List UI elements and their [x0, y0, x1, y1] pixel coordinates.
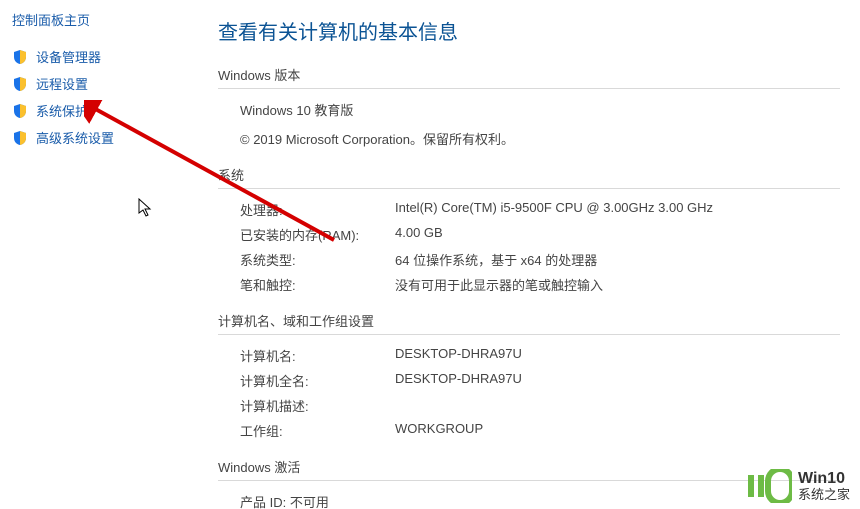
section-activation-heading: Windows 激活	[218, 457, 840, 481]
section-system-heading: 系统	[218, 165, 840, 189]
sidebar-item-advanced-system-settings[interactable]: 高级系统设置	[8, 124, 190, 151]
row-system-type: 系统类型: 64 位操作系统，基于 x64 的处理器	[240, 247, 840, 272]
value-computer-full-name: DESKTOP-DHRA97U	[395, 371, 840, 390]
label-system-type: 系统类型:	[240, 250, 395, 269]
shield-icon	[12, 49, 28, 65]
label-pen-touch: 笔和触控:	[240, 275, 395, 294]
section-windows-version-heading: Windows 版本	[218, 65, 840, 89]
row-ram: 已安装的内存(RAM): 4.00 GB	[240, 222, 840, 247]
sidebar-item-label: 系统保护	[36, 101, 88, 120]
sidebar: 控制面板主页 设备管理器 远程设置 系统保护	[0, 0, 190, 509]
label-computer-description: 计算机描述:	[240, 396, 395, 415]
copyright-text: © 2019 Microsoft Corporation。保留所有权利。	[240, 129, 514, 148]
main-panel: 查看有关计算机的基本信息 Windows 版本 Windows 10 教育版 ©…	[190, 0, 860, 509]
value-processor: Intel(R) Core(TM) i5-9500F CPU @ 3.00GHz…	[395, 200, 840, 219]
sidebar-item-label: 远程设置	[36, 74, 88, 93]
value-ram: 4.00 GB	[395, 225, 840, 244]
shield-icon	[12, 103, 28, 119]
page-title: 查看有关计算机的基本信息	[218, 16, 840, 45]
value-computer-description	[395, 396, 840, 415]
windows-edition: Windows 10 教育版	[240, 100, 353, 119]
label-processor: 处理器:	[240, 200, 395, 219]
row-pen-touch: 笔和触控: 没有可用于此显示器的笔或触控输入	[240, 272, 840, 297]
watermark-logo: Win10 系统之家	[748, 469, 850, 503]
sidebar-item-system-protection[interactable]: 系统保护	[8, 97, 190, 124]
watermark-line2: 系统之家	[798, 488, 850, 502]
shield-icon	[12, 76, 28, 92]
win10-logo-icon	[748, 469, 792, 503]
sidebar-item-label: 设备管理器	[36, 47, 101, 66]
row-computer-name: 计算机名: DESKTOP-DHRA97U	[240, 343, 840, 368]
label-computer-full-name: 计算机全名:	[240, 371, 395, 390]
row-processor: 处理器: Intel(R) Core(TM) i5-9500F CPU @ 3.…	[240, 197, 840, 222]
value-computer-name: DESKTOP-DHRA97U	[395, 346, 840, 365]
row-workgroup: 工作组: WORKGROUP	[240, 418, 840, 443]
label-computer-name: 计算机名:	[240, 346, 395, 365]
sidebar-item-remote-settings[interactable]: 远程设置	[8, 70, 190, 97]
row-computer-full-name: 计算机全名: DESKTOP-DHRA97U	[240, 368, 840, 393]
watermark-line1: Win10	[798, 470, 850, 488]
value-workgroup: WORKGROUP	[395, 421, 840, 440]
product-id: 产品 ID: 不可用	[240, 492, 329, 509]
control-panel-home-link[interactable]: 控制面板主页	[8, 10, 190, 43]
sidebar-item-device-manager[interactable]: 设备管理器	[8, 43, 190, 70]
value-pen-touch: 没有可用于此显示器的笔或触控输入	[395, 275, 840, 294]
value-system-type: 64 位操作系统，基于 x64 的处理器	[395, 250, 840, 269]
section-computer-domain-heading: 计算机名、域和工作组设置	[218, 311, 840, 335]
label-ram: 已安装的内存(RAM):	[240, 225, 395, 244]
sidebar-item-label: 高级系统设置	[36, 128, 114, 147]
label-workgroup: 工作组:	[240, 421, 395, 440]
shield-icon	[12, 130, 28, 146]
row-computer-description: 计算机描述:	[240, 393, 840, 418]
